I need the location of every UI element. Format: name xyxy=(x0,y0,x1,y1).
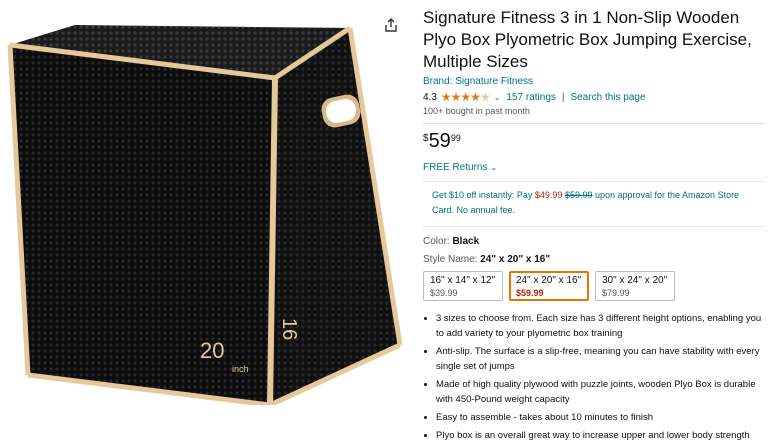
size-price: $59.99 xyxy=(516,288,544,298)
size-option-small[interactable]: 16" x 14" x 12" $39.99 xyxy=(423,271,503,301)
rating-value: 4.3 xyxy=(423,91,437,103)
list-item: Easy to assemble - takes about 10 minute… xyxy=(436,410,765,425)
price-whole: 59 xyxy=(428,130,451,152)
box-label-16: 16 xyxy=(278,318,300,340)
product-details: Signature Fitness 3 in 1 Non-Slip Wooden… xyxy=(423,7,765,446)
size-price: $39.99 xyxy=(430,288,458,298)
free-returns-link[interactable]: FREE Returns ⌄ xyxy=(423,162,765,173)
size-label: 24" x 20" x 16" xyxy=(516,275,582,286)
store-card-promo[interactable]: Get $10 off instantly: Pay $49.99 $59.99… xyxy=(432,188,755,218)
rating-row: 4.3 ★★★★★ ⌄ 157 ratings | Search this pa… xyxy=(423,90,765,104)
separator: | xyxy=(561,91,565,103)
divider xyxy=(423,226,765,227)
bought-count: 100+ bought in past month xyxy=(423,106,530,116)
chevron-down-icon: ⌄ xyxy=(490,163,498,172)
plyo-box-image: 20 inch 16 xyxy=(7,25,403,408)
share-icon[interactable] xyxy=(384,18,398,32)
size-option-large[interactable]: 30" x 24" x 20" $79.99 xyxy=(595,271,675,301)
size-options: 16" x 14" x 12" $39.99 24" x 20" x 16" $… xyxy=(423,271,765,301)
returns-label: FREE Returns xyxy=(423,162,488,173)
feature-bullets: 3 sizes to choose from. Each size has 3 … xyxy=(423,311,765,443)
promo-old-price: $59.99 xyxy=(564,190,593,200)
box-label-20: 20 xyxy=(200,338,224,363)
style-label: Style Name: xyxy=(423,254,481,265)
color-label: Color: xyxy=(423,236,453,247)
list-item: 3 sizes to choose from. Each size has 3 … xyxy=(436,311,765,341)
size-label: 16" x 14" x 12" xyxy=(430,275,496,286)
product-image[interactable]: 20 inch 16 xyxy=(0,0,415,408)
divider xyxy=(423,123,765,124)
price: $ 59 99 xyxy=(423,130,765,156)
price-fraction: 99 xyxy=(450,133,461,143)
search-page-link[interactable]: Search this page xyxy=(571,92,646,103)
list-item: Plyo box is an overall great way to incr… xyxy=(436,428,765,443)
color-value: Black xyxy=(452,236,480,247)
style-value: 24" x 20" x 16" xyxy=(480,254,551,265)
promo-prefix: Get $10 off instantly: Pay xyxy=(432,190,535,200)
size-price: $79.99 xyxy=(602,288,630,298)
chevron-down-icon[interactable]: ⌄ xyxy=(494,93,501,102)
box-label-inch: inch xyxy=(232,364,249,374)
color-attribute: Color: Black xyxy=(423,236,765,247)
size-label: 30" x 24" x 20" xyxy=(602,275,668,286)
size-option-medium[interactable]: 24" x 20" x 16" $59.99 xyxy=(509,271,589,301)
promo-price: $49.99 xyxy=(534,190,563,200)
brand-link[interactable]: Brand: Signature Fitness xyxy=(423,76,765,87)
divider xyxy=(423,181,765,182)
star-rating-icon[interactable]: ★★★★★ xyxy=(441,90,491,104)
product-title: Signature Fitness 3 in 1 Non-Slip Wooden… xyxy=(423,8,752,71)
style-attribute: Style Name: 24" x 20" x 16" xyxy=(423,254,765,265)
ratings-count-link[interactable]: 157 ratings xyxy=(506,92,555,103)
list-item: Made of high quality plywood with puzzle… xyxy=(436,377,765,407)
list-item: Anti-slip. The surface is a slip-free, m… xyxy=(436,344,765,374)
